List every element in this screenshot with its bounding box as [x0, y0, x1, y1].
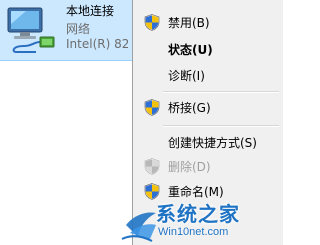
network-adapter-icon — [7, 7, 55, 53]
menu-item-create-shortcut[interactable]: 创建快捷方式(S) — [133, 131, 284, 153]
menu-item-bridge[interactable]: 桥接(G) — [133, 96, 284, 118]
menu-item-label: 诊断(I) — [168, 69, 205, 83]
uac-shield-icon — [144, 99, 160, 116]
menu-item-label: 状态(U) — [168, 43, 213, 57]
menu-item-status[interactable]: 状态(U) — [133, 38, 284, 60]
uac-shield-icon — [144, 158, 160, 175]
network-adapter-item[interactable]: 本地连接 网络 Intel(R) 82 — [0, 0, 133, 61]
menu-item-delete: 删除(D) — [133, 155, 284, 177]
menu-item-disable[interactable]: 禁用(B) — [133, 11, 284, 33]
menu-item-label: 删除(D) — [168, 160, 211, 174]
watermark-url: Win10net.com — [158, 226, 229, 238]
menu-separator — [163, 91, 279, 93]
adapter-status: 网络 — [66, 22, 91, 36]
watermark-title: 系统之家 — [156, 202, 240, 226]
menu-separator — [163, 125, 279, 127]
uac-shield-icon — [144, 14, 160, 31]
menu-item-label: 创建快捷方式(S) — [168, 136, 257, 150]
menu-item-diagnose[interactable]: 诊断(I) — [133, 64, 284, 86]
adapter-device: Intel(R) 82 — [66, 37, 128, 51]
menu-item-label: 禁用(B) — [168, 16, 210, 30]
menu-item-label: 桥接(G) — [168, 101, 211, 115]
adapter-name: 本地连接 — [66, 4, 115, 18]
